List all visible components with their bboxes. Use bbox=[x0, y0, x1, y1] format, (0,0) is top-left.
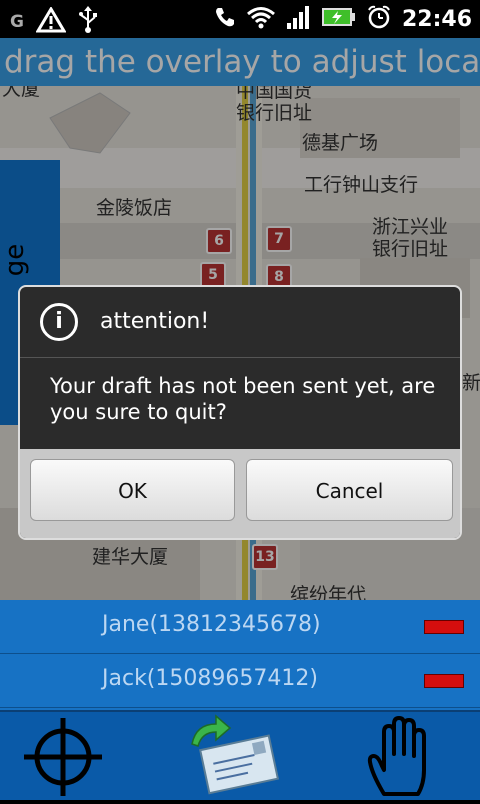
signal-g-icon: G bbox=[10, 12, 24, 32]
clock-time: 22:46 bbox=[401, 6, 472, 32]
warning-icon bbox=[35, 6, 67, 37]
dialog-message: Your draft has not been sent yet, are yo… bbox=[50, 374, 436, 424]
hand-drag-icon bbox=[367, 716, 426, 796]
quit-confirm-dialog: i attention! Your draft has not been sen… bbox=[18, 285, 462, 540]
info-icon: i bbox=[40, 303, 78, 341]
list-item[interactable]: Jack(15089657412) bbox=[0, 654, 480, 708]
cancel-button[interactable]: Cancel bbox=[246, 459, 453, 521]
remove-contact-button[interactable] bbox=[424, 674, 464, 688]
wifi-icon bbox=[246, 5, 276, 33]
list-item[interactable]: Jane(13812345678) bbox=[0, 600, 480, 654]
status-bar: G 22:46 bbox=[0, 0, 480, 38]
phone-icon bbox=[214, 6, 236, 32]
bottom-toolbar bbox=[0, 710, 480, 800]
locate-button[interactable] bbox=[20, 714, 110, 799]
usb-icon bbox=[78, 6, 98, 38]
send-button[interactable] bbox=[186, 714, 286, 799]
alarm-icon bbox=[366, 4, 392, 34]
ok-button[interactable]: OK bbox=[30, 459, 235, 521]
crosshair-icon bbox=[24, 718, 102, 796]
dialog-header: i attention! bbox=[20, 287, 460, 358]
dialog-title: attention! bbox=[100, 309, 210, 334]
cell-signal-icon bbox=[286, 5, 312, 33]
contact-name: Jane(13812345678) bbox=[102, 612, 321, 637]
remove-contact-button[interactable] bbox=[424, 620, 464, 634]
dialog-button-bar: OK Cancel bbox=[20, 449, 460, 538]
recipient-list: Jane(13812345678) Jack(15089657412) bbox=[0, 600, 480, 710]
pan-button[interactable] bbox=[362, 714, 452, 799]
battery-charging-icon bbox=[321, 6, 356, 32]
contact-name: Jack(15089657412) bbox=[102, 666, 318, 691]
send-message-icon bbox=[191, 714, 280, 795]
